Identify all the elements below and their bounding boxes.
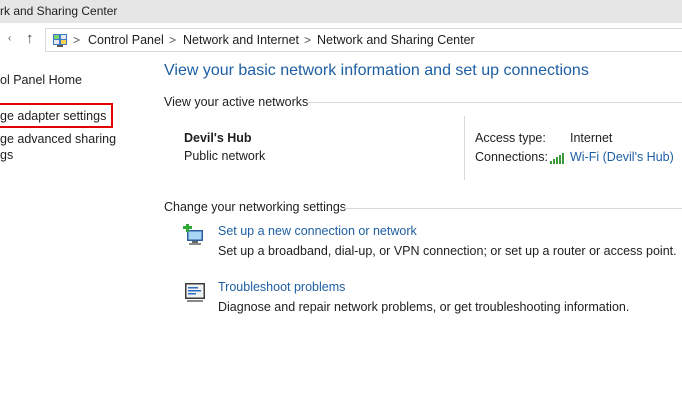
page-title: View your basic network information and … (164, 62, 589, 79)
troubleshoot-problems-link[interactable]: Troubleshoot problems (218, 280, 345, 294)
divider (464, 116, 465, 180)
divider (344, 208, 682, 209)
connections-label: Connections: (475, 150, 548, 164)
sidebar-item-control-panel-home[interactable]: ol Panel Home (0, 73, 82, 87)
wifi-signal-icon (550, 153, 564, 164)
troubleshoot-icon (185, 283, 205, 302)
title-bar: rk and Sharing Center (0, 0, 682, 23)
access-type-label: Access type: (475, 131, 546, 145)
access-type-value: Internet (570, 131, 613, 145)
breadcrumb-network-and-sharing-center[interactable]: Network and Sharing Center (317, 33, 475, 47)
window-title: rk and Sharing Center (0, 4, 118, 18)
breadcrumb-separator[interactable]: > (169, 33, 176, 47)
address-box[interactable]: > Control Panel > Network and Internet >… (45, 28, 682, 52)
change-settings-label: Change your networking settings (164, 200, 347, 214)
breadcrumb-control-panel[interactable]: Control Panel (88, 33, 164, 47)
sidebar-item-change-adapter-settings[interactable]: ge adapter settings (0, 109, 106, 123)
control-panel-icon (53, 34, 67, 47)
address-bar: ‹ ↑ > Control Panel > Network and Intern… (0, 23, 682, 58)
left-pane: ol Panel Home ge adapter settings ge adv… (0, 58, 150, 400)
breadcrumb-separator[interactable]: > (73, 33, 80, 47)
active-networks-label: View your active networks (164, 95, 309, 109)
network-name: Devil's Hub (184, 131, 252, 145)
divider (307, 102, 682, 103)
connections-link[interactable]: Wi-Fi (Devil's Hub) (570, 150, 674, 164)
setup-connection-description: Set up a broadband, dial-up, or VPN conn… (218, 244, 677, 258)
breadcrumb-network-and-internet[interactable]: Network and Internet (183, 33, 299, 47)
breadcrumb-separator[interactable]: > (304, 33, 311, 47)
network-category: Public network (184, 149, 266, 163)
new-connection-icon (183, 224, 203, 245)
setup-connection-link[interactable]: Set up a new connection or network (218, 224, 417, 238)
sidebar-item-settings-suffix[interactable]: gs (0, 148, 13, 162)
recent-locations-chevron-icon[interactable]: ‹ (8, 33, 11, 44)
sidebar-item-change-advanced-sharing[interactable]: ge advanced sharing (0, 132, 116, 146)
troubleshoot-problems-description: Diagnose and repair network problems, or… (218, 300, 630, 314)
up-arrow-icon[interactable]: ↑ (26, 30, 34, 47)
